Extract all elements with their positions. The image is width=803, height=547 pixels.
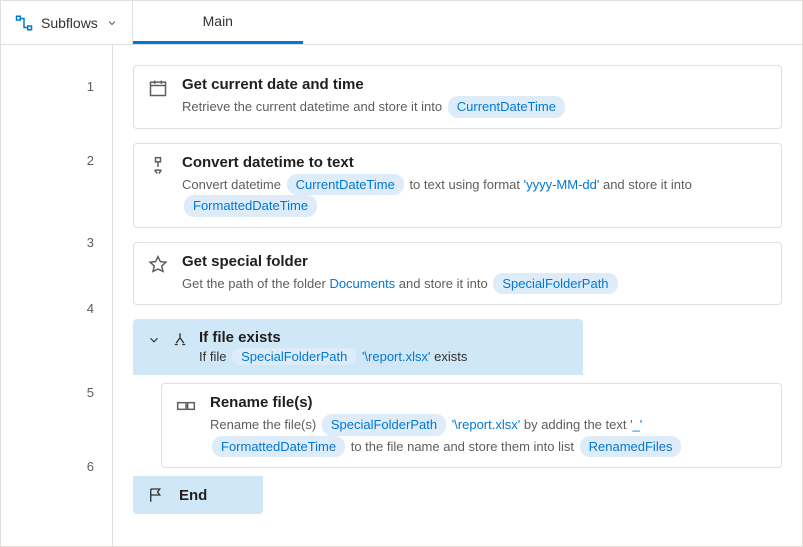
line-gutter: 1 2 3 4 5 6: [1, 45, 113, 546]
line-number: 5: [1, 349, 112, 447]
action-title: End: [179, 487, 207, 504]
line-number: 3: [1, 219, 112, 285]
path-literal: '\report.xlsx': [362, 349, 431, 364]
branch-icon: [171, 331, 189, 349]
variable-pill[interactable]: SpecialFolderPath: [493, 273, 617, 295]
format-literal: 'yyyy-MM-dd': [524, 177, 600, 192]
line-number: 1: [1, 63, 112, 129]
convert-icon: [148, 156, 168, 176]
action-description: Get the path of the folder Documents and…: [182, 273, 767, 295]
line-number: 6: [1, 447, 112, 495]
action-get-special-folder[interactable]: Get special folder Get the path of the f…: [133, 242, 782, 306]
variable-pill[interactable]: CurrentDateTime: [448, 96, 565, 118]
variable-pill[interactable]: SpecialFolderPath: [322, 414, 446, 436]
action-title: Convert datetime to text: [182, 154, 767, 171]
variable-pill[interactable]: FormattedDateTime: [184, 195, 317, 217]
variable-pill[interactable]: RenamedFiles: [580, 436, 682, 458]
action-end[interactable]: End: [133, 476, 263, 514]
action-description: Retrieve the current datetime and store …: [182, 96, 767, 118]
subflows-label: Subflows: [41, 15, 98, 31]
action-get-datetime[interactable]: Get current date and time Retrieve the c…: [133, 65, 782, 129]
action-convert-datetime[interactable]: Convert datetime to text Convert datetim…: [133, 143, 782, 228]
flow-canvas: Get current date and time Retrieve the c…: [113, 45, 802, 546]
action-rename-files[interactable]: Rename file(s) Rename the file(s) Specia…: [161, 383, 782, 468]
chevron-down-icon: [106, 17, 118, 29]
line-number: 2: [1, 129, 112, 219]
action-title: If file exists: [199, 329, 569, 346]
action-title: Rename file(s): [210, 394, 767, 411]
calendar-icon: [148, 78, 168, 98]
action-title: Get current date and time: [182, 76, 767, 93]
action-title: Get special folder: [182, 253, 767, 270]
variable-pill[interactable]: CurrentDateTime: [287, 174, 404, 196]
action-if-file-exists[interactable]: If file exists If file SpecialFolderPath…: [133, 319, 583, 375]
line-number: 4: [1, 285, 112, 349]
action-description: If file SpecialFolderPath '\report.xlsx'…: [199, 348, 569, 365]
tab-main-label: Main: [203, 13, 233, 29]
action-description: Convert datetime CurrentDateTime to text…: [182, 174, 767, 217]
tab-main[interactable]: Main: [133, 1, 303, 44]
action-description: Rename the file(s) SpecialFolderPath '\r…: [210, 414, 767, 457]
star-icon: [148, 255, 168, 275]
text-literal: '_': [630, 417, 642, 432]
if-block: If file exists If file SpecialFolderPath…: [133, 319, 782, 514]
path-literal: '\report.xlsx': [452, 417, 521, 432]
variable-pill[interactable]: FormattedDateTime: [212, 436, 345, 458]
variable-pill[interactable]: SpecialFolderPath: [232, 348, 356, 365]
flag-icon: [147, 486, 165, 504]
flow-icon: [15, 14, 33, 32]
subflows-dropdown[interactable]: Subflows: [1, 1, 133, 44]
folder-link[interactable]: Documents: [329, 276, 395, 291]
rename-icon: [176, 396, 196, 416]
collapse-chevron-icon[interactable]: [147, 333, 161, 347]
